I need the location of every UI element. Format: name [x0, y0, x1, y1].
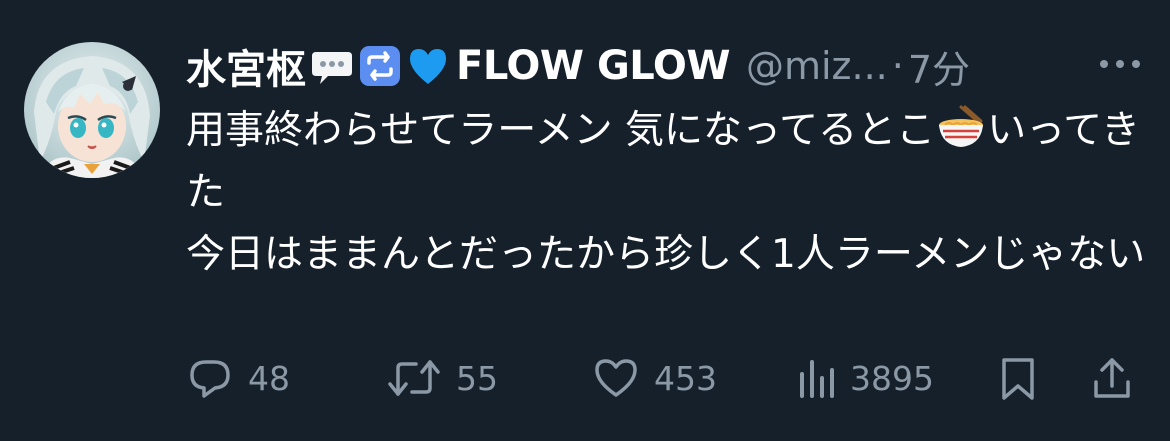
ramen-emoji [935, 103, 987, 151]
like-button[interactable]: 453 [592, 348, 717, 408]
views-icon [800, 360, 834, 398]
share-button[interactable] [1090, 348, 1134, 408]
header-separator: · [891, 44, 904, 88]
heart-icon [595, 359, 637, 397]
display-name[interactable]: 水宮枢 FLOW GLOW [186, 37, 730, 95]
more-options-icon[interactable] [1094, 46, 1146, 82]
reply-count: 48 [248, 358, 290, 398]
timestamp[interactable]: 7分 [908, 39, 970, 94]
blue-heart-emoji [406, 44, 450, 88]
bookmark-icon [1002, 358, 1034, 400]
retweet-button[interactable]: 55 [386, 348, 498, 408]
reply-icon [190, 360, 230, 398]
tweet[interactable]: 水宮枢 FLOW GLOW @miz... · 7分 用事終わらせてラーメン 気… [0, 0, 1170, 441]
view-count: 3895 [850, 358, 934, 398]
tweet-text: 用事終わらせてラーメン 気になってるとこ いってきた 今日はままんとだったから珍… [186, 100, 1146, 286]
views-button[interactable]: 3895 [796, 348, 934, 408]
repeat-button-emoji [358, 44, 402, 88]
tweet-header: 水宮枢 FLOW GLOW @miz... · 7分 [186, 36, 1146, 96]
reply-button[interactable]: 48 [186, 348, 290, 408]
avatar[interactable] [24, 42, 160, 178]
like-count: 453 [654, 358, 717, 398]
tweet-text-part1: 用事終わらせてラーメン 気になってるとこ [186, 108, 936, 153]
bookmark-button[interactable] [998, 348, 1038, 408]
retweet-icon [388, 360, 440, 396]
display-name-prefix: 水宮枢 [186, 47, 306, 93]
user-handle[interactable]: @miz... [746, 44, 888, 88]
display-name-suffix: FLOW GLOW [456, 43, 730, 89]
action-bar: 48 55 453 3895 [186, 348, 1146, 408]
speech-bubble-emoji [310, 44, 354, 88]
retweet-count: 55 [456, 358, 498, 398]
share-icon [1094, 358, 1130, 398]
